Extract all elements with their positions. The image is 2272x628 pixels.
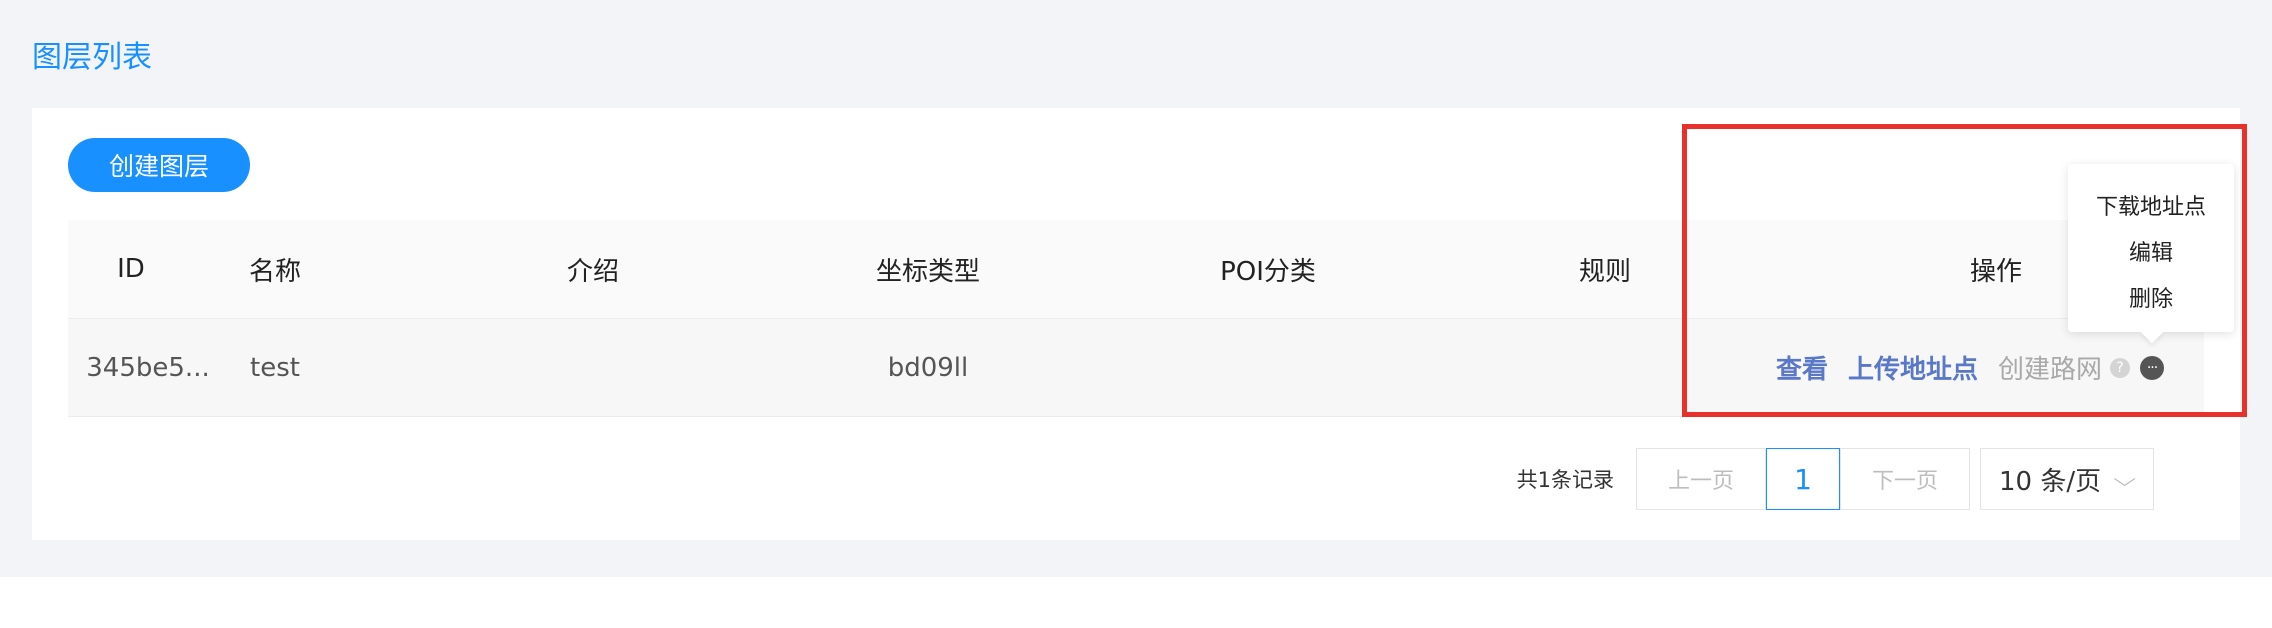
cell-name: test (250, 352, 300, 383)
cell-coord-type: bd09ll (887, 352, 969, 383)
cell-poi-category (1178, 319, 1358, 416)
next-page-button[interactable]: 下一页 (1840, 448, 1970, 510)
column-header-intro: 介绍 (566, 256, 619, 287)
more-actions-dropdown: 下载地址点 编辑 删除 (2068, 164, 2234, 332)
prev-page-button[interactable]: 上一页 (1636, 448, 1766, 510)
cell-rule (1557, 319, 1653, 416)
delete-menu-item[interactable]: 删除 (2068, 274, 2234, 320)
create-layer-button[interactable]: 创建图层 (68, 138, 250, 192)
column-header-rule: 规则 (1578, 256, 1631, 287)
edit-menu-item[interactable]: 编辑 (2068, 228, 2234, 274)
page-1-button[interactable]: 1 (1766, 448, 1840, 510)
page-size-select[interactable]: 10 条/页 ⌵ (1980, 448, 2154, 510)
column-header-poi-category: POI分类 (1220, 256, 1316, 287)
column-header-coord-type: 坐标类型 (875, 256, 980, 287)
column-header-id: ID (117, 254, 145, 284)
chevron-down-icon: ⌵ (2113, 467, 2137, 491)
cell-intro (553, 319, 633, 416)
page-title: 图层列表 (32, 40, 152, 75)
pagination: 共1条记录 上一页 1 下一页 10 条/页 ⌵ (1517, 448, 2154, 510)
download-address-menu-item[interactable]: 下载地址点 (2068, 182, 2234, 228)
page-size-label: 10 条/页 (1999, 466, 2102, 497)
total-count: 共1条记录 (1516, 468, 1614, 492)
cell-id: 345be5... (86, 352, 210, 383)
column-header-name: 名称 (248, 256, 301, 287)
